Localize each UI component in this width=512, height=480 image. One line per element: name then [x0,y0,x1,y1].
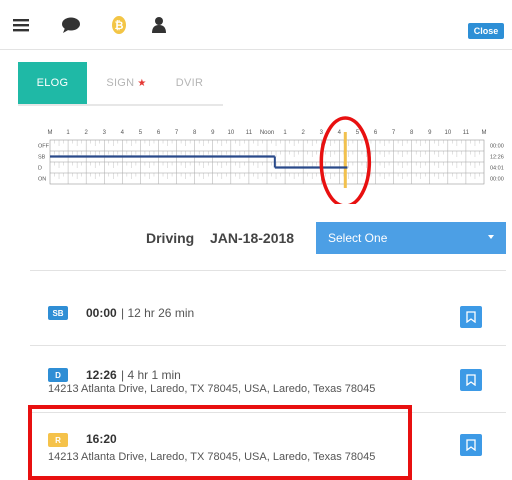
hour-tick-label: 7 [175,130,179,136]
hour-tick-label: 8 [193,130,197,136]
log-date: JAN-18-2018 [210,230,295,246]
hour-tick-label: 1 [66,130,70,136]
row-separator [30,345,506,346]
hour-tick-label: M [48,130,53,136]
log-duration: | 4 hr 1 min [121,368,181,382]
chat-icon[interactable] [60,14,82,36]
hour-tick-label: 9 [211,130,215,136]
hour-tick-label: 4 [121,130,125,136]
eld-graph: M 1 2 3 4 5 6 7 8 9 10 11 Noon 1 2 3 4 5 6 7 8 9 10 11 M OFF 00:00… [0,104,512,208]
required-star-icon: ★ [137,77,147,89]
hour-tick-label: 11 [463,130,470,136]
app-screen: ₿ Close ELOG SIGN ★ DVIR M 1 2 3 4 5 6 7 8 9 10 11 No… [0,0,512,480]
hour-tick-label: 3 [320,130,324,136]
menu-icon[interactable] [10,14,32,36]
highlight-annotation [28,405,412,480]
bookmark-button[interactable] [460,306,482,328]
hour-tick-label: 6 [374,130,378,136]
chevron-down-icon [488,235,494,239]
tab-sign[interactable]: SIGN ★ [92,62,161,104]
log-row-d[interactable]: D 12:26 | 4 hr 1 min 14213 Atlanta Drive… [30,365,512,399]
hour-tick-label: 1 [283,130,287,136]
bookmark-button[interactable] [460,434,482,456]
hour-tick-label: 5 [356,130,360,136]
current-time-marker [343,132,347,188]
hour-tick-label: 8 [410,130,414,136]
hour-tick-label: 11 [246,130,253,136]
hour-tick-label: 4 [338,130,342,136]
status-select[interactable]: Select One [316,222,506,254]
log-row-sb[interactable]: SB 00:00 | 12 hr 26 min [30,303,512,333]
bookmark-icon [466,439,476,451]
hour-tick-label: 9 [428,130,432,136]
graph-row-total: 04:01 [490,166,504,172]
hour-tick-label: 6 [157,130,161,136]
log-duration: | 12 hr 26 min [121,306,195,320]
status-badge: SB [48,306,68,320]
graph-row-total: 12:26 [490,155,504,161]
hour-tick-label: 2 [84,130,88,136]
bookmark-icon [466,374,476,386]
tab-dvir[interactable]: DVIR [155,62,224,104]
graph-row-label: OFF [38,144,50,150]
bitcoin-icon[interactable]: ₿ [108,14,130,36]
hour-tick-label: 3 [103,130,107,136]
tab-elog[interactable]: ELOG [18,62,87,104]
hour-tick-label: 7 [392,130,396,136]
status-badge: D [48,368,68,382]
bookmark-icon [466,311,476,323]
hour-tick-label: 5 [139,130,143,136]
graph-row-label: D [38,166,42,172]
tab-sign-label: SIGN [106,77,135,89]
graph-row-label: ON [38,177,46,183]
hour-tick-label: 10 [444,130,451,136]
hour-tick-label: Noon [260,130,274,136]
current-status-label: Driving [146,230,195,246]
top-bar: ₿ Close [0,0,512,50]
graph-row-label: SB [38,155,46,161]
close-button[interactable]: Close [468,23,504,39]
bookmark-button[interactable] [460,369,482,391]
log-time: 00:00 [86,306,117,320]
hour-tick-label: 2 [301,130,305,136]
status-row: Driving JAN-18-2018 Select One [0,222,512,256]
log-time: 12:26 [86,368,117,382]
hour-tick-label: 10 [227,130,234,136]
hour-tick-label: M [482,130,487,136]
divider [30,270,506,271]
graph-row-total: 00:00 [490,177,504,183]
user-icon[interactable] [148,14,170,36]
log-address: 14213 Atlanta Drive, Laredo, TX 78045, U… [48,383,376,395]
tab-bar: ELOG SIGN ★ DVIR [0,62,512,106]
svg-text:₿: ₿ [115,19,124,32]
status-select-value: Select One [328,231,388,245]
graph-row-total: 00:00 [490,144,504,150]
